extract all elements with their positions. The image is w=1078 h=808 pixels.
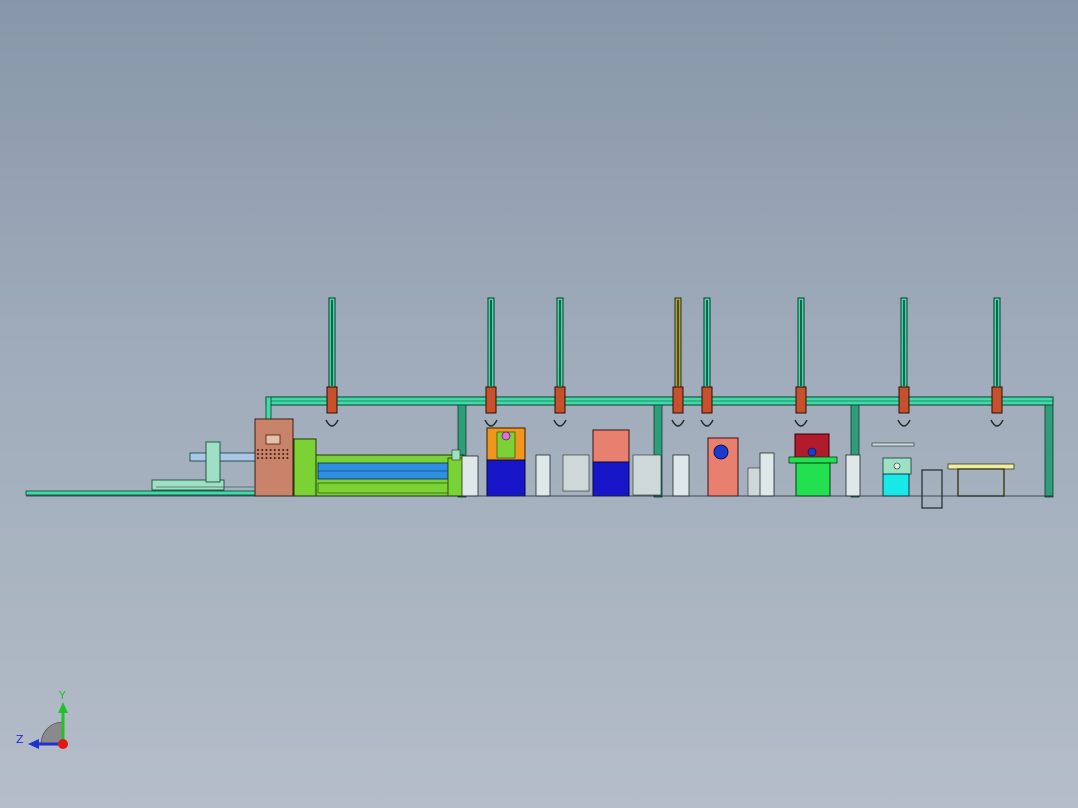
gripper-cylinder xyxy=(485,386,497,414)
y-axis-label: Y xyxy=(58,689,66,702)
cabinet-indicator xyxy=(257,453,259,455)
cabinet-indicator xyxy=(265,453,268,455)
station-salmon-small xyxy=(672,437,775,497)
station-salmon-blue xyxy=(535,429,662,497)
cabinet-indicator xyxy=(261,453,264,455)
gripper-axis xyxy=(553,297,567,427)
gripper-axis xyxy=(897,297,911,427)
gripper-claw xyxy=(897,419,911,427)
cabinet-indicator xyxy=(257,457,259,459)
cabinet-indicator xyxy=(265,457,268,459)
gantry-leg xyxy=(1044,404,1054,498)
cabinet-indicator xyxy=(273,453,276,455)
cabinet-indicator xyxy=(286,457,289,459)
gripper-cylinder xyxy=(898,386,910,414)
gripper-claw xyxy=(990,419,1004,427)
gripper-claw xyxy=(484,419,498,427)
station-cyan xyxy=(871,442,943,509)
cabinet-screen xyxy=(265,434,281,445)
gripper-cylinder xyxy=(701,386,713,414)
cabinet-indicator xyxy=(273,449,276,451)
cabinet-indicator xyxy=(261,457,264,459)
gripper-cylinder xyxy=(672,386,684,414)
cabinet-indicator xyxy=(278,457,280,459)
origin-dot xyxy=(58,739,68,749)
gripper-cylinder xyxy=(554,386,566,414)
cabinet-indicator xyxy=(269,449,272,451)
gantry-leg xyxy=(265,396,272,420)
gripper-axis xyxy=(325,297,339,427)
cabinet-indicator xyxy=(269,453,272,455)
cabinet-indicator xyxy=(273,457,276,459)
cabinet-indicator xyxy=(286,449,289,451)
output-table xyxy=(947,463,1015,497)
machining-bed xyxy=(293,438,465,497)
z-axis-label: Z xyxy=(16,733,24,746)
cabinet-indicator xyxy=(282,449,285,451)
station-orange-blue xyxy=(461,427,526,497)
gripper-claw xyxy=(325,419,339,427)
gripper-claw xyxy=(671,419,685,427)
cabinet-indicator xyxy=(261,449,264,451)
gripper-claw xyxy=(794,419,808,427)
gripper-axes xyxy=(325,297,1004,427)
gripper-cylinder xyxy=(991,386,1003,414)
cabinet-indicator xyxy=(282,457,285,459)
gripper-cylinder xyxy=(795,386,807,414)
station-green-red xyxy=(788,433,861,497)
cabinet-indicator xyxy=(278,449,280,451)
gripper-axis xyxy=(990,297,1004,427)
assembly-drawing[interactable]: Y Z xyxy=(0,0,1078,808)
gripper-axis xyxy=(700,297,714,427)
gripper-cylinder xyxy=(326,386,338,414)
cabinet-indicator xyxy=(257,449,259,451)
gripper-axis xyxy=(794,297,808,427)
cabinet-indicator xyxy=(278,453,280,455)
control-cabinet xyxy=(254,418,294,497)
cabinet-indicator xyxy=(269,457,272,459)
gripper-claw xyxy=(700,419,714,427)
coordinate-triad: Y Z xyxy=(16,689,68,749)
gripper-claw xyxy=(553,419,567,427)
infeed-conveyor xyxy=(25,441,257,496)
cabinet-indicator xyxy=(282,453,285,455)
cad-viewport[interactable]: Y Z xyxy=(0,0,1078,808)
cabinet-indicator xyxy=(265,449,268,451)
gripper-axis xyxy=(671,297,685,427)
cabinet-indicator xyxy=(286,453,289,455)
gripper-axis xyxy=(484,297,498,427)
